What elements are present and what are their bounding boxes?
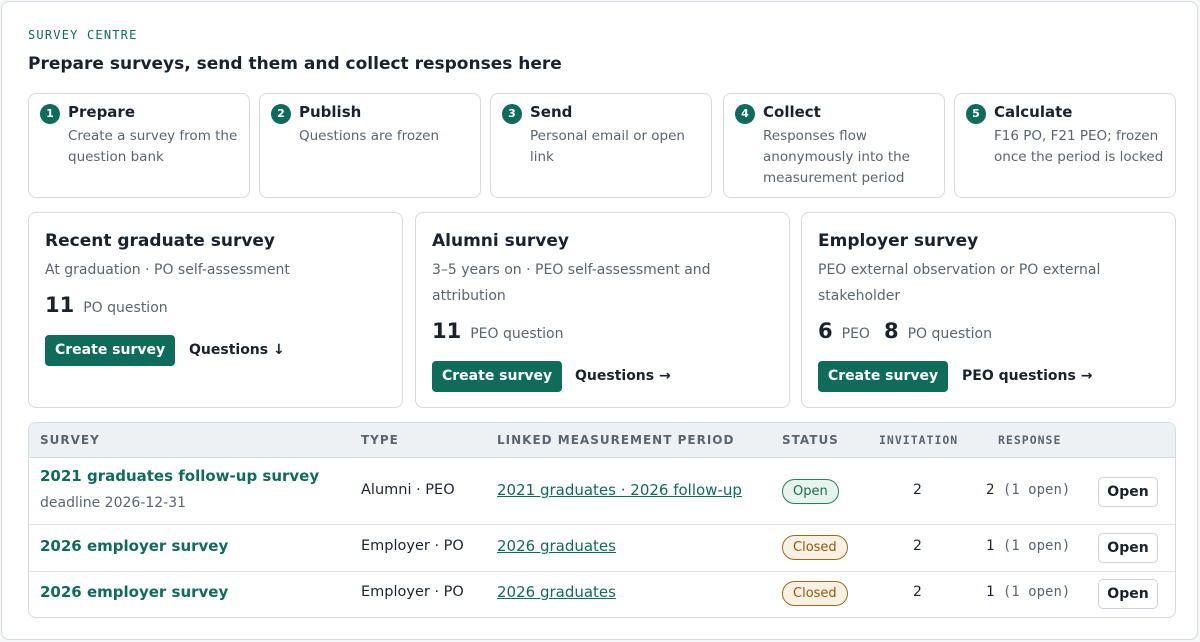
invitation-count: 2 (913, 538, 922, 554)
table-row: 2026 employer survey Employer · PO 2026 … (29, 525, 1175, 572)
step-number: 1 (40, 104, 60, 124)
response-value: 2 (986, 482, 995, 498)
open-survey-button[interactable]: Open (1098, 533, 1158, 563)
count-label: PO question (907, 326, 992, 342)
count-label: PEO (841, 326, 870, 342)
table-row: 2026 employer survey Employer · PO 2026 … (29, 572, 1175, 617)
survey-centre-panel: SURVEY CENTRE Prepare surveys, send them… (1, 1, 1198, 640)
step-title: Publish (299, 103, 362, 121)
measurement-period-link[interactable]: 2021 graduates · 2026 follow-up (497, 481, 742, 499)
response-count: 2 (1 open) (986, 482, 1070, 498)
survey-name-link[interactable]: 2026 employer survey (40, 583, 228, 601)
step-collect: 4 Collect Responses flow anonymously int… (723, 93, 945, 198)
step-description: Questions are frozen (299, 128, 440, 144)
step-description: F16 PO, F21 PEO; frozen once the period … (994, 128, 1164, 165)
response-value: 1 (986, 584, 995, 600)
count-label: PEO question (470, 326, 564, 342)
survey-name-link[interactable]: 2026 employer survey (40, 537, 228, 555)
column-header-type: TYPE (361, 433, 399, 447)
step-title: Prepare (68, 103, 135, 121)
step-title: Send (530, 103, 573, 121)
status-badge: Closed (782, 581, 848, 606)
column-header-status: STATUS (782, 433, 839, 447)
open-survey-button[interactable]: Open (1098, 477, 1158, 507)
invitation-count: 2 (913, 584, 922, 600)
step-send: 3 Send Personal email or open link (490, 93, 712, 198)
section-eyebrow: SURVEY CENTRE (28, 28, 138, 42)
step-title: Collect (763, 103, 821, 121)
column-header-response: RESPONSE (998, 433, 1062, 447)
response-open-count: (1 open) (1002, 584, 1071, 600)
survey-type: Employer · PO (361, 584, 464, 600)
count-number: 11 (45, 293, 75, 317)
measurement-period-link[interactable]: 2026 graduates (497, 537, 616, 555)
card-employer-survey: Employer survey PEO external observation… (801, 212, 1176, 408)
card-title: Employer survey (818, 231, 979, 251)
surveys-table: SURVEY TYPE LINKED MEASUREMENT PERIOD ST… (28, 422, 1176, 618)
status-badge: Open (782, 479, 839, 504)
peo-questions-link[interactable]: PEO questions → (962, 361, 1092, 392)
card-description: At graduation · PO self-assessment (45, 262, 290, 278)
survey-deadline: deadline 2026-12-31 (40, 495, 187, 511)
response-count: 1 (1 open) (986, 538, 1070, 554)
card-alumni-survey: Alumni survey 3–5 years on · PEO self-as… (415, 212, 790, 408)
step-description: Personal email or open link (530, 128, 685, 165)
question-count: 6 PEO 8 PO question (818, 319, 1006, 343)
table-header: SURVEY TYPE LINKED MEASUREMENT PERIOD ST… (29, 423, 1175, 458)
response-count: 1 (1 open) (986, 584, 1070, 600)
page-title: Prepare surveys, send them and collect r… (28, 54, 562, 74)
count-label: PO question (83, 300, 168, 316)
survey-name-link[interactable]: 2021 graduates follow-up survey (40, 467, 319, 485)
questions-link[interactable]: Questions → (575, 361, 671, 392)
step-description: Create a survey from the question bank (68, 128, 238, 165)
measurement-period-link[interactable]: 2026 graduates (497, 583, 616, 601)
response-value: 1 (986, 538, 995, 554)
count-number: 8 (883, 319, 899, 343)
invitation-count: 2 (913, 482, 922, 498)
step-prepare: 1 Prepare Create a survey from the quest… (28, 93, 250, 198)
step-number: 4 (735, 104, 755, 124)
count-number: 6 (818, 319, 833, 343)
column-header-period: LINKED MEASUREMENT PERIOD (497, 433, 735, 447)
step-description: Responses flow anonymously into the meas… (763, 128, 910, 186)
questions-link[interactable]: Questions ↓ (189, 335, 285, 366)
table-row: 2021 graduates follow-up survey deadline… (29, 459, 1175, 525)
step-publish: 2 Publish Questions are frozen (259, 93, 481, 198)
response-open-count: (1 open) (1002, 538, 1071, 554)
step-calculate: 5 Calculate F16 PO, F21 PEO; frozen once… (954, 93, 1176, 198)
column-header-invitation: INVITATION (879, 433, 959, 447)
card-description: PEO external observation or PO external … (818, 262, 1101, 304)
create-survey-button[interactable]: Create survey (818, 361, 949, 392)
count-number: 11 (432, 319, 462, 343)
card-title: Alumni survey (432, 231, 569, 251)
step-number: 5 (966, 104, 986, 124)
status-badge: Closed (782, 535, 848, 560)
step-number: 2 (271, 104, 291, 124)
card-recent-graduate-survey: Recent graduate survey At graduation · P… (28, 212, 403, 408)
step-title: Calculate (994, 103, 1073, 121)
workflow-steps: 1 Prepare Create a survey from the quest… (28, 93, 1176, 198)
survey-type: Alumni · PEO (361, 482, 455, 498)
card-description: 3–5 years on · PEO self-assessment and a… (432, 262, 711, 304)
step-number: 3 (502, 104, 522, 124)
question-count: 11 PEO question (432, 319, 577, 343)
question-count: 11 PO question (45, 293, 182, 317)
create-survey-button[interactable]: Create survey (432, 361, 563, 392)
open-survey-button[interactable]: Open (1098, 579, 1158, 609)
create-survey-button[interactable]: Create survey (45, 335, 176, 366)
column-header-survey: SURVEY (40, 433, 100, 447)
response-open-count: (1 open) (1002, 482, 1071, 498)
survey-type: Employer · PO (361, 538, 464, 554)
card-title: Recent graduate survey (45, 231, 276, 251)
